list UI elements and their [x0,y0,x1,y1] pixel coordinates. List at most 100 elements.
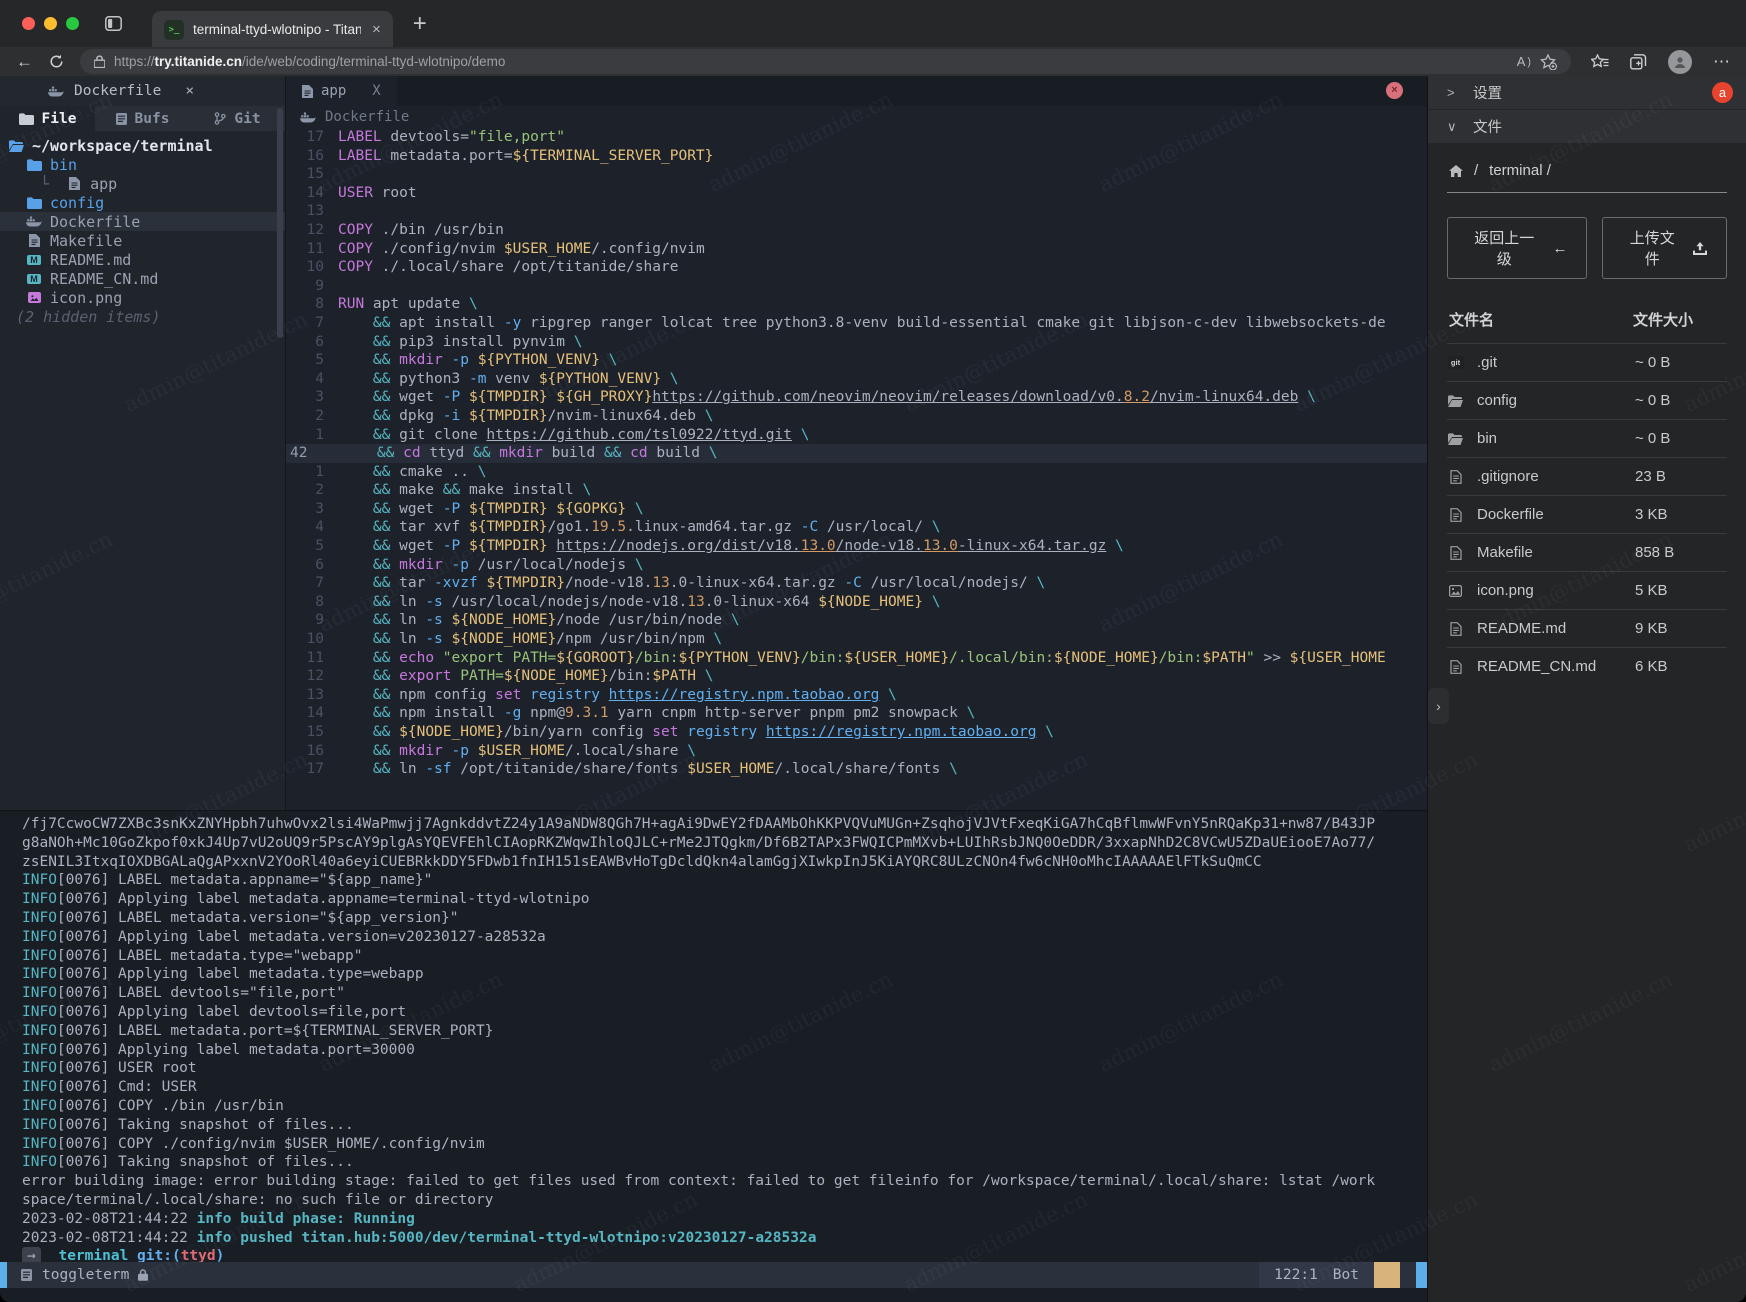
code-line[interactable]: 7 && apt install -y ripgrep ranger lolca… [286,314,1427,333]
file-tree-item[interactable]: bin [0,155,285,174]
terminal-panel[interactable]: /fj7CcwoCW7ZXBc3snKxZNYHpbh7uhwOvx2lsi4W… [0,810,1427,1302]
file-table-row[interactable]: bin~ 0 B [1447,419,1727,457]
files-section-header[interactable]: ∨ 文件 [1428,110,1746,144]
file-tree-item[interactable]: MREADME_CN.md [0,269,285,288]
file-name: README.md [1477,620,1566,637]
tab-file[interactable]: File [0,106,95,131]
code-line[interactable]: 9 && ln -s ${NODE_HOME}/node /usr/bin/no… [286,611,1427,630]
code-line[interactable]: 3 && wget -P ${TMPDIR} ${GOPKG} \ [286,500,1427,519]
code-line[interactable]: 2 && make && make install \ [286,481,1427,500]
code-line[interactable]: 3 && wget -P ${TMPDIR} ${GH_PROXY}https:… [286,388,1427,407]
arrow-left-icon: ← [1552,240,1567,257]
upload-file-button[interactable]: 上传文件 [1602,217,1727,279]
code-line[interactable]: 1 && git clone https://github.com/tsl092… [286,426,1427,445]
doc-icon [66,177,82,190]
code-line[interactable]: 15 && ${NODE_HOME}/bin/yarn config set r… [286,723,1427,742]
file-tree-item[interactable]: icon.png [0,288,285,307]
code-line[interactable]: 4 && python3 -m venv ${PYTHON_VENV} \ [286,370,1427,389]
sidebar-tab-close-icon[interactable]: × [185,83,194,99]
file-tree-item[interactable]: Dockerfile [0,212,285,231]
file-table-row[interactable]: README_CN.md6 KB [1447,647,1727,685]
file-table-row[interactable]: Makefile858 B [1447,533,1727,571]
file-tree-item[interactable]: └ app [0,174,285,193]
editor-close-button[interactable]: × [1386,82,1403,99]
code-line[interactable]: 13 && npm config set registry https://re… [286,686,1427,705]
panel-collapse-handle[interactable]: › [1428,688,1449,724]
code-line[interactable]: 9 [286,277,1427,296]
editor-tab-app[interactable]: app X [286,76,397,106]
minimize-window-button[interactable] [44,17,57,30]
collections-icon[interactable] [1630,54,1647,70]
code-line[interactable]: 11COPY ./config/nvim $USER_HOME/.config/… [286,240,1427,259]
tab-layout-icon[interactable] [105,16,122,31]
code-line[interactable]: 5 && mkdir -p ${PYTHON_VENV} \ [286,351,1427,370]
code-line[interactable]: 5 && wget -P ${TMPDIR} https://nodejs.or… [286,537,1427,556]
code-line[interactable]: 16 && mkdir -p $USER_HOME/.local/share \ [286,742,1427,761]
code-line[interactable]: 8RUN apt update \ [286,295,1427,314]
code-line[interactable]: 6 && pip3 install pynvim \ [286,333,1427,352]
file-table-row[interactable]: Dockerfile3 KB [1447,495,1727,533]
file-table-row[interactable]: git.git~ 0 B [1447,343,1727,381]
address-bar[interactable]: https://try.titanide.cn/ide/web/coding/t… [80,49,1571,74]
code-line[interactable]: 7 && tar -xvzf ${TMPDIR}/node-v18.13.0-l… [286,574,1427,593]
current-path[interactable]: terminal / [1489,162,1551,179]
more-menu-icon[interactable]: ⋯ [1713,52,1730,72]
file-tree-item[interactable]: (2 hidden items) [0,307,285,326]
tab-close-icon[interactable]: × [372,21,381,38]
code-line[interactable]: 14USER root [286,184,1427,203]
file-tree-item[interactable]: config [0,193,285,212]
file-table-row[interactable]: README.md9 KB [1447,609,1727,647]
code-line[interactable]: 10 && ln -s ${NODE_HOME}/npm /usr/bin/np… [286,630,1427,649]
code-line[interactable]: 17 && ln -sf /opt/titanide/share/fonts $… [286,760,1427,779]
current-code-line[interactable]: 42 && cd ttyd && mkdir build && cd build… [286,444,1427,463]
go-up-button[interactable]: 返回上一级 ← [1447,217,1587,279]
file-table-row[interactable]: .gitignore23 B [1447,457,1727,495]
url-text[interactable]: https://try.titanide.cn/ide/web/coding/t… [114,54,1508,69]
code-line[interactable]: 1 && cmake .. \ [286,463,1427,482]
tab-bufs[interactable]: Bufs [95,106,190,131]
file-tree-item[interactable]: ~/workspace/terminal [0,136,285,155]
sidebar-dockerfile-tab[interactable]: Dockerfile × [38,79,204,103]
settings-label: 设置 [1473,82,1502,103]
home-icon[interactable] [1449,165,1463,177]
code-line[interactable]: 15 [286,165,1427,184]
file-tree-label: README.md [50,251,131,269]
buffer-icon [21,1269,32,1281]
code-line[interactable]: 8 && ln -s /usr/local/nodejs/node-v18.13… [286,593,1427,612]
code-line[interactable]: 12COPY ./bin /usr/bin [286,221,1427,240]
zoom-window-button[interactable] [66,17,79,30]
file-table-row[interactable]: icon.png5 KB [1447,571,1727,609]
file-table-row[interactable]: config~ 0 B [1447,381,1727,419]
text-size-icon[interactable]: A) [1517,54,1531,69]
code-line[interactable]: 14 && npm install -g npm@9.3.1 yarn cnpm… [286,704,1427,723]
settings-section-header[interactable]: > 设置 [1428,76,1746,110]
back-button[interactable]: ← [16,52,33,72]
code-line[interactable]: 2 && dpkg -i ${TMPDIR}/nvim-linux64.deb … [286,407,1427,426]
browser-tab[interactable]: >_ terminal-ttyd-wlotnipo - TitanI × [152,11,393,47]
new-tab-button[interactable]: + [413,10,427,38]
code-line[interactable]: 13 [286,202,1427,221]
code-line[interactable]: 17LABEL devtools="file,port" [286,128,1427,147]
browser-tabstrip: >_ terminal-ttyd-wlotnipo - TitanI × + [0,0,1746,47]
tab-git[interactable]: Git [190,106,285,131]
code-line[interactable]: 11 && echo "export PATH=${GOROOT}/bin:${… [286,649,1427,668]
file-tree[interactable]: ~/workspace/terminalbin└ appconfigDocker… [0,131,285,326]
editor-tab-close-icon[interactable]: X [372,83,380,99]
code-line[interactable]: 16LABEL metadata.port=${TERMINAL_SERVER_… [286,147,1427,166]
favorites-icon[interactable] [1591,54,1609,70]
code-line[interactable]: 10COPY ./.local/share /opt/titanide/shar… [286,258,1427,277]
close-window-button[interactable] [22,17,35,30]
code-line[interactable]: 4 && tar xvf ${TMPDIR}/go1.19.5.linux-am… [286,518,1427,537]
terminal-line: INFO[0076] Taking snapshot of files... [22,1116,1427,1135]
editor-code-area[interactable]: 17LABEL devtools="file,port"16LABEL meta… [286,128,1427,810]
reload-button[interactable] [49,54,64,69]
add-favorite-icon[interactable] [1540,54,1557,70]
sidebar-scrollbar[interactable] [277,108,283,338]
file-tree-item[interactable]: MREADME.md [0,250,285,269]
code-line[interactable]: 12 && export PATH=${NODE_HOME}/bin:$PATH… [286,667,1427,686]
profile-avatar[interactable] [1668,50,1692,74]
user-avatar-badge[interactable]: a [1712,82,1733,103]
code-line[interactable]: 6 && mkdir -p /usr/local/nodejs \ [286,556,1427,575]
file-tree-item[interactable]: Makefile [0,231,285,250]
files-browser: / terminal / 返回上一级 ← 上传文件 文件名 [1428,144,1746,1302]
